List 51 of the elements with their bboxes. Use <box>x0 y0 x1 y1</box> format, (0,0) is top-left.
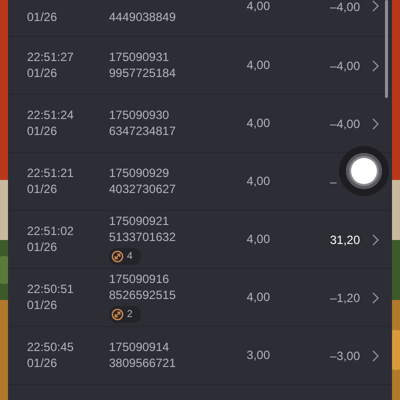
chevron-icon[interactable] <box>372 118 379 130</box>
spin-count-badge: 4 <box>109 248 141 264</box>
chevron-icon[interactable] <box>372 234 379 246</box>
chevron-icon[interactable] <box>372 0 379 12</box>
record-id: 6347234817 <box>109 125 176 138</box>
record-id: 5133701632 <box>109 230 176 244</box>
record-id: 175090929 <box>109 167 170 180</box>
record-id: 175090921 <box>109 214 170 228</box>
win-amount: –4,00 <box>330 0 360 14</box>
record-id: 3809566721 <box>109 357 176 370</box>
win-amount: –4,00 <box>330 116 360 130</box>
record-date: 01/26 <box>27 241 58 254</box>
record-id: 4449038849 <box>109 11 176 24</box>
record-time: 22:50:51 <box>27 283 74 296</box>
record-date: 01/26 <box>27 125 58 138</box>
record-id: 4032730627 <box>109 183 176 196</box>
record-time: 22:50:45 <box>27 341 74 354</box>
bet-amount: 4,00 <box>246 175 270 188</box>
win-amount: –1,20 <box>330 290 360 304</box>
record-date: 01/26 <box>27 357 58 370</box>
record-date: 01/26 <box>27 183 58 196</box>
bet-amount: 4,00 <box>246 291 270 304</box>
bet-amount: 3,00 <box>246 349 270 362</box>
record-id: 175090914 <box>109 341 170 354</box>
bet-amount: 4,00 <box>246 59 270 72</box>
record-date: 01/26 <box>27 67 58 80</box>
record-time: 22:51:27 <box>27 51 74 64</box>
bet-amount: 4,00 <box>246 0 270 13</box>
arrow-circle-icon <box>111 250 124 262</box>
win-amount: –3,00 <box>330 348 360 362</box>
record-id: 175090916 <box>109 272 170 286</box>
arrow-circle-icon <box>111 308 124 320</box>
chevron-icon[interactable] <box>372 60 379 72</box>
record-date: 01/26 <box>27 299 58 312</box>
spin-count-badge: 2 <box>109 306 141 322</box>
record-time: 22:51:24 <box>27 109 74 122</box>
record-id: 175090930 <box>109 109 170 122</box>
scrollbar[interactable] <box>385 0 388 98</box>
win-amount: –4,00 <box>330 58 360 72</box>
record-id: 8526592515 <box>109 288 176 302</box>
bet-amount: 4,00 <box>246 233 270 246</box>
win-amount: – <box>330 174 338 188</box>
record-id: 175090931 <box>109 51 170 64</box>
chevron-icon[interactable] <box>372 350 379 362</box>
record-time: 22:51:21 <box>27 167 74 180</box>
record-id: 9957725184 <box>109 67 176 80</box>
win-amount: 31,20 <box>330 232 360 246</box>
record-time: 22:51:02 <box>27 225 74 238</box>
record-date: 01/26 <box>27 11 58 24</box>
bet-amount: 4,00 <box>246 117 270 130</box>
chevron-icon[interactable] <box>372 292 379 304</box>
